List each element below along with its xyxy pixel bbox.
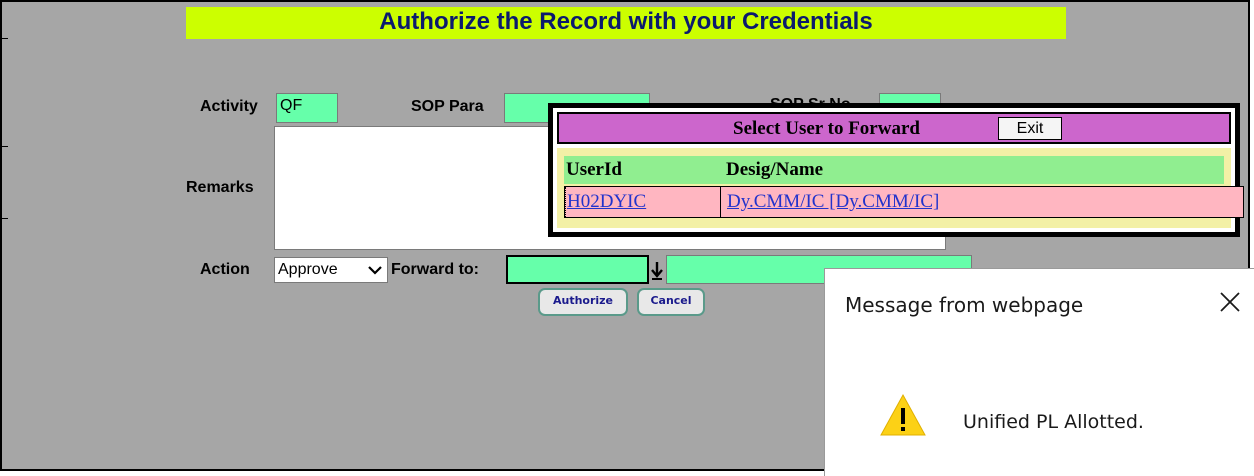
exit-button[interactable]: Exit [998,117,1062,140]
table-header-row: UserId Desig/Name [564,156,1224,184]
cancel-button[interactable]: Cancel [637,288,705,316]
edge-mark [0,38,8,39]
action-select[interactable]: Approve [274,257,388,283]
userid-cell: H02DYIC [565,187,721,217]
column-header-desig-name: Desig/Name [726,159,824,180]
activity-label: Activity [200,98,258,115]
forward-userid-field[interactable] [506,255,649,284]
userid-link[interactable]: H02DYIC [567,187,646,217]
down-arrow-icon[interactable] [650,258,664,282]
desig-name-link[interactable]: Dy.CMM/IC [Dy.CMM/IC] [727,187,939,217]
popup-body: UserId Desig/Name H02DYIC Dy.CMM/IC [Dy.… [557,148,1244,228]
edge-mark [0,218,8,219]
warning-icon [879,393,927,437]
form-title: Authorize the Record with your Credentia… [379,8,873,35]
column-header-userid: UserId [566,159,622,180]
activity-field[interactable]: QF [276,93,338,123]
dialog-message: Unified PL Allotted. [963,411,1144,433]
action-value: Approve [278,261,338,278]
popup-inner: Select User to Forward Exit UserId Desig… [553,108,1244,232]
sop-para-label: SOP Para [411,98,484,115]
forward-label: Forward to: [391,261,479,278]
message-dialog: Message from webpage Unified PL Allotted… [824,268,1254,476]
remarks-label: Remarks [186,179,254,196]
popup-title: Select User to Forward [733,118,920,139]
close-icon[interactable] [1218,286,1242,321]
table-row[interactable]: H02DYIC Dy.CMM/IC [Dy.CMM/IC] [564,186,1244,218]
popup-header: Select User to Forward Exit [557,112,1231,144]
edge-mark [0,146,8,147]
form-title-bar: Authorize the Record with your Credentia… [186,7,1066,39]
authorize-button[interactable]: Authorize [538,288,628,316]
dialog-title: Message from webpage [845,293,1084,317]
chevron-down-icon [367,258,383,289]
action-label: Action [200,261,250,278]
select-user-popup: Select User to Forward Exit UserId Desig… [548,103,1244,237]
